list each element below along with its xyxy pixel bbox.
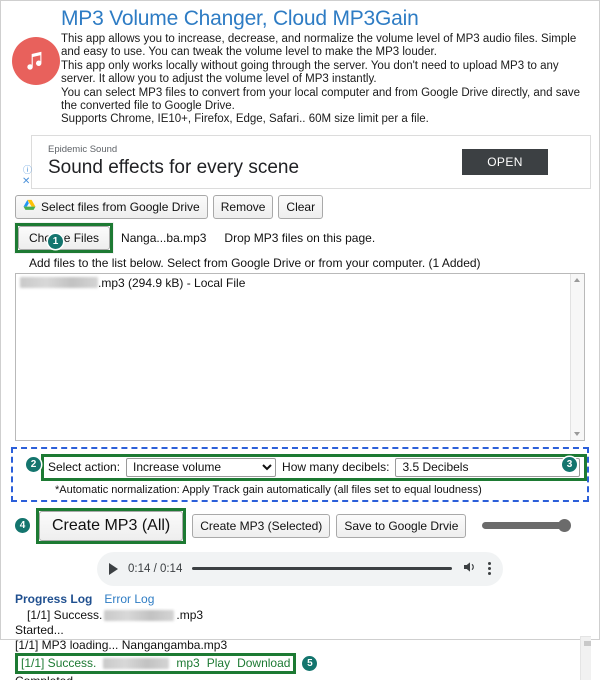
advertisement-banner[interactable]: ⓘ ✕ Epidemic Sound Sound effects for eve… [22,134,591,189]
save-to-google-drive-button[interactable]: Save to Google Drvie [336,513,467,538]
log-scroll-thumb[interactable] [584,640,591,646]
decibels-label: How many decibels: [282,460,390,475]
log-area[interactable]: [1/1] Success. .mp3 Started... [1/1] MP3… [15,608,591,680]
close-icon[interactable]: ✕ [22,176,30,187]
toolbar-row: Select files from Google Drive Remove Cl… [15,194,599,219]
chosen-file-name: Nanga...ba.mp3 [121,230,207,245]
scroll-down-icon[interactable] [574,431,580,436]
ad-headline: Sound effects for every scene [48,156,300,178]
player-time: 0:14 / 0:14 [128,562,183,575]
kebab-menu-icon[interactable] [488,562,491,576]
select-files-from-google-drive-label: Select files from Google Drive [41,199,200,214]
ad-brand: Epidemic Sound [48,143,118,155]
log-line-loading: [1/1] MP3 loading... Nangangamba.mp3 [15,637,228,652]
info-icon[interactable]: ⓘ [23,163,32,176]
scroll-up-icon[interactable] [574,277,580,282]
log-success-suffix: .mp3 [176,607,204,622]
description-line-1: This app allows you to increase, decreas… [61,33,577,59]
create-mp3-selected-button[interactable]: Create MP3 (Selected) [192,513,331,538]
select-files-from-google-drive-button[interactable]: Select files from Google Drive [15,194,208,219]
clear-button[interactable]: Clear [278,194,324,219]
audio-player[interactable]: 0:14 / 0:14 [97,551,503,586]
log-highlight-prefix: [1/1] Success. [21,655,97,670]
tab-error-log[interactable]: Error Log [104,592,154,606]
file-list[interactable]: .mp3 (294.9 kB) - Local File [15,272,585,441]
choose-files-highlight: Choose Files [15,222,114,253]
create-all-highlight: Create MP3 (All) [36,507,187,544]
music-note-icon [12,37,60,85]
drop-hint: Drop MP3 files on this page. [224,230,376,245]
create-mp3-all-button[interactable]: Create MP3 (All) [39,510,184,541]
google-drive-icon [23,199,36,214]
file-meta: .mp3 (294.9 kB) - Local File [98,275,246,290]
file-list-scrollbar[interactable] [570,273,584,440]
player-progress-bar[interactable] [192,567,452,571]
log-success-prefix: [1/1] Success. [27,607,103,622]
ad-open-button[interactable]: OPEN [462,148,548,175]
list-item[interactable]: .mp3 (294.9 kB) - Local File [16,274,584,292]
file-chooser-row: Choose Files Nanga...ba.mp3 Drop MP3 fil… [15,222,599,253]
step-badge-5: 5 [302,655,318,671]
options-row: Select action: Increase volume How many … [19,453,588,481]
select-action-label: Select action: [48,460,121,475]
options-highlight: Select action: Increase volume How many … [41,453,588,481]
volume-slider[interactable] [482,519,572,533]
tab-progress-log[interactable]: Progress Log [15,592,92,606]
remove-button[interactable]: Remove [212,194,274,219]
redacted-filename [20,277,98,289]
toolbar: Select files from Google Drive Remove Cl… [1,194,599,270]
log-line-success-top: [1/1] Success. .mp3 [15,608,591,623]
actions-row: 4 Create MP3 (All) Create MP3 (Selected)… [1,507,599,544]
select-action-dropdown[interactable]: Increase volume [126,457,277,477]
app-description: This app allows you to increase, decreas… [61,33,586,127]
log-line-started: Started... [15,622,64,637]
app-header: MP3 Volume Changer, Cloud MP3Gain This a… [1,1,599,127]
add-files-text: Add files to the list below. Select from… [29,255,426,270]
step-badge-1: 1 [48,234,63,249]
redacted-filename [103,657,170,669]
normalization-note: *Automatic normalization: Apply Track ga… [55,483,482,496]
step-badge-4: 4 [15,518,30,534]
log-line-completed: Completed. [15,674,591,680]
add-files-instruction: Add files to the list below. Select from… [15,256,599,270]
choose-files-button[interactable]: Choose Files [18,225,111,250]
step-badge-2: 2 [26,456,41,472]
log-tabs: Progress Log Error Log [15,592,599,606]
slider-knob[interactable] [558,519,572,533]
log-scrollbar[interactable] [580,635,591,680]
decibels-dropdown[interactable]: 3.5 Decibels [395,457,581,477]
log-play-link[interactable]: Play [207,656,230,671]
ad-text-group: Epidemic Sound Sound effects for every s… [48,144,462,180]
description-line-4: Supports Chrome, IE10+, Firefox, Edge, S… [61,113,429,126]
step-badge-3: 3 [562,456,577,472]
log-success-highlight: [1/1] Success. mp3 Play Download [15,652,297,674]
description-line-3: You can select MP3 files to convert from… [61,86,581,113]
options-section: 2 3 Select action: Increase volume How m… [11,446,589,502]
app-window: MP3 Volume Changer, Cloud MP3Gain This a… [0,0,600,680]
log-line-success-highlighted-row: [1/1] Success. mp3 Play Download 5 [15,652,591,674]
description-line-2: This app only works locally without goin… [61,59,559,86]
page-title: MP3 Volume Changer, Cloud MP3Gain [61,7,419,30]
added-count: (1 Added) [428,255,481,270]
redacted-filename [104,609,175,621]
log-download-link[interactable]: Download [237,656,290,671]
volume-icon[interactable] [462,559,478,578]
log-highlight-ext: mp3 [176,655,200,670]
play-icon[interactable] [109,562,118,575]
